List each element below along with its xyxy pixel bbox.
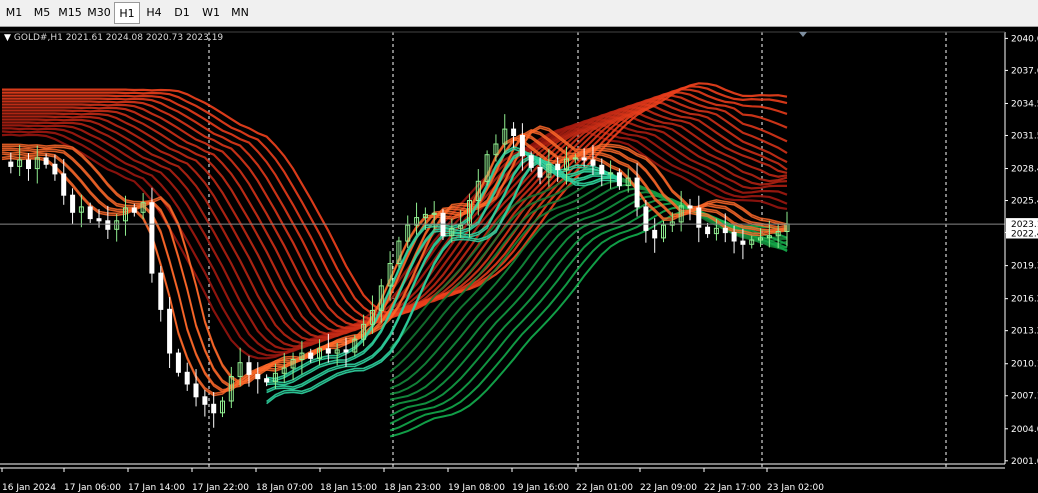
price-tick-label: 2007.1 <box>1011 392 1038 402</box>
timeframe-m15-button[interactable]: M15 <box>56 2 84 24</box>
price-chart[interactable]: 2040.6 2037.6 2034.5 2031.5 2028.4 2025.4 2022… <box>0 28 1038 493</box>
time-tick-label: 17 Jan 14:00 <box>128 483 185 493</box>
candle-body <box>264 378 270 383</box>
timeframe-w1-button[interactable]: W1 <box>196 2 226 24</box>
candle-body <box>184 371 190 385</box>
candle-body <box>325 348 331 354</box>
time-tick-label: 18 Jan 23:00 <box>384 483 441 493</box>
candle-body <box>528 155 534 168</box>
bear-ribbon-line <box>2 120 788 354</box>
candle-body <box>634 177 640 208</box>
candle-body <box>52 163 58 175</box>
symbol-legend: ▼ GOLD#,H1 2021.61 2024.08 2020.73 2023.1… <box>4 33 223 43</box>
price-tick-label: 2016.2 <box>1011 295 1038 305</box>
candle-body <box>616 172 622 187</box>
candle-body <box>61 173 67 196</box>
candle-body <box>740 240 746 245</box>
time-tick-label: 22 Jan 09:00 <box>640 483 697 493</box>
legend-ohlc: 2021.61 2024.08 2020.73 2023.19 <box>65 33 224 43</box>
timeframe-h4-button[interactable]: H4 <box>140 2 168 24</box>
time-tick-label: 16 Jan 2024 <box>2 483 56 493</box>
time-tick-label: 19 Jan 16:00 <box>512 483 569 493</box>
candle-body <box>149 202 155 274</box>
candle-body <box>343 349 349 353</box>
price-tick-label: 2013.2 <box>1011 327 1038 337</box>
candle-body <box>167 308 173 354</box>
price-tick-label: 2028.4 <box>1011 165 1038 175</box>
time-tick-label: 22 Jan 17:00 <box>704 483 761 493</box>
timeframe-toolbar: M1 M5 M15 M30 H1 H4 D1 W1 MN <box>0 0 1038 27</box>
candle-body <box>652 229 658 239</box>
candle-body <box>105 220 111 230</box>
time-tick-label: 18 Jan 07:00 <box>256 483 313 493</box>
price-tick-label: 2034.5 <box>1011 100 1038 110</box>
timeframe-mn-button[interactable]: MN <box>226 2 254 24</box>
price-tick-label: 2031.5 <box>1011 132 1038 142</box>
second-price-label: 2022.4 <box>1011 230 1038 240</box>
candle-body <box>599 164 605 175</box>
price-tick-label: 2037.6 <box>1011 66 1038 76</box>
legend-symbol: GOLD#,H1 <box>13 33 63 43</box>
candle-body <box>731 232 737 242</box>
legend-dropdown-icon[interactable]: ▼ <box>4 33 11 43</box>
time-tick-label: 17 Jan 06:00 <box>64 483 121 493</box>
timeframe-m1-button[interactable]: M1 <box>0 2 28 24</box>
candle-body <box>70 194 76 213</box>
time-tick-label: 18 Jan 15:00 <box>320 483 377 493</box>
timeframe-m30-button[interactable]: M30 <box>84 2 114 24</box>
time-tick-label: 22 Jan 01:00 <box>576 483 633 493</box>
candle-body <box>43 157 49 165</box>
candle-body <box>26 159 31 169</box>
candle-body <box>308 352 314 359</box>
candle-body <box>705 226 711 235</box>
ma-ribbons <box>1 82 788 438</box>
timeframe-m5-button[interactable]: M5 <box>28 2 56 24</box>
candle-body <box>131 207 137 213</box>
candle-body <box>211 403 217 414</box>
price-tick-label: 2040.6 <box>1011 34 1038 44</box>
candle-body <box>8 161 14 167</box>
candle-body <box>643 206 649 231</box>
price-tick-label: 2004.0 <box>1011 425 1038 435</box>
candle-body <box>590 159 596 166</box>
timeframe-d1-button[interactable]: D1 <box>168 2 196 24</box>
candle-body <box>246 362 252 375</box>
fast-orange-line <box>1 136 788 395</box>
candle-body <box>537 167 543 178</box>
candle-body <box>722 227 728 234</box>
candle-body <box>255 373 261 380</box>
timeframe-h1-button[interactable]: H1 <box>114 2 140 24</box>
candle-body <box>519 135 525 157</box>
price-tick-label: 2019.3 <box>1011 262 1038 272</box>
time-tick-label: 23 Jan 02:00 <box>767 483 824 493</box>
price-tick-label: 2025.4 <box>1011 197 1038 207</box>
time-tick-label: 19 Jan 08:00 <box>448 483 505 493</box>
time-tick-label: 17 Jan 22:00 <box>192 483 249 493</box>
candle-body <box>555 163 561 171</box>
candle-body <box>96 218 102 222</box>
candle-body <box>87 206 93 220</box>
candle-body <box>511 128 517 136</box>
candle-body <box>193 383 199 398</box>
price-tick-label: 2001.0 <box>1011 457 1038 467</box>
chart-grid <box>208 32 947 469</box>
candle-body <box>158 272 164 310</box>
candle-body <box>202 396 208 405</box>
candle-body <box>687 205 693 209</box>
candle-body <box>175 352 181 373</box>
price-tick-label: 2010.1 <box>1011 360 1038 370</box>
bull-ribbon-line <box>389 209 788 438</box>
chart-shift-icon[interactable] <box>799 32 807 37</box>
candle-body <box>581 157 587 161</box>
